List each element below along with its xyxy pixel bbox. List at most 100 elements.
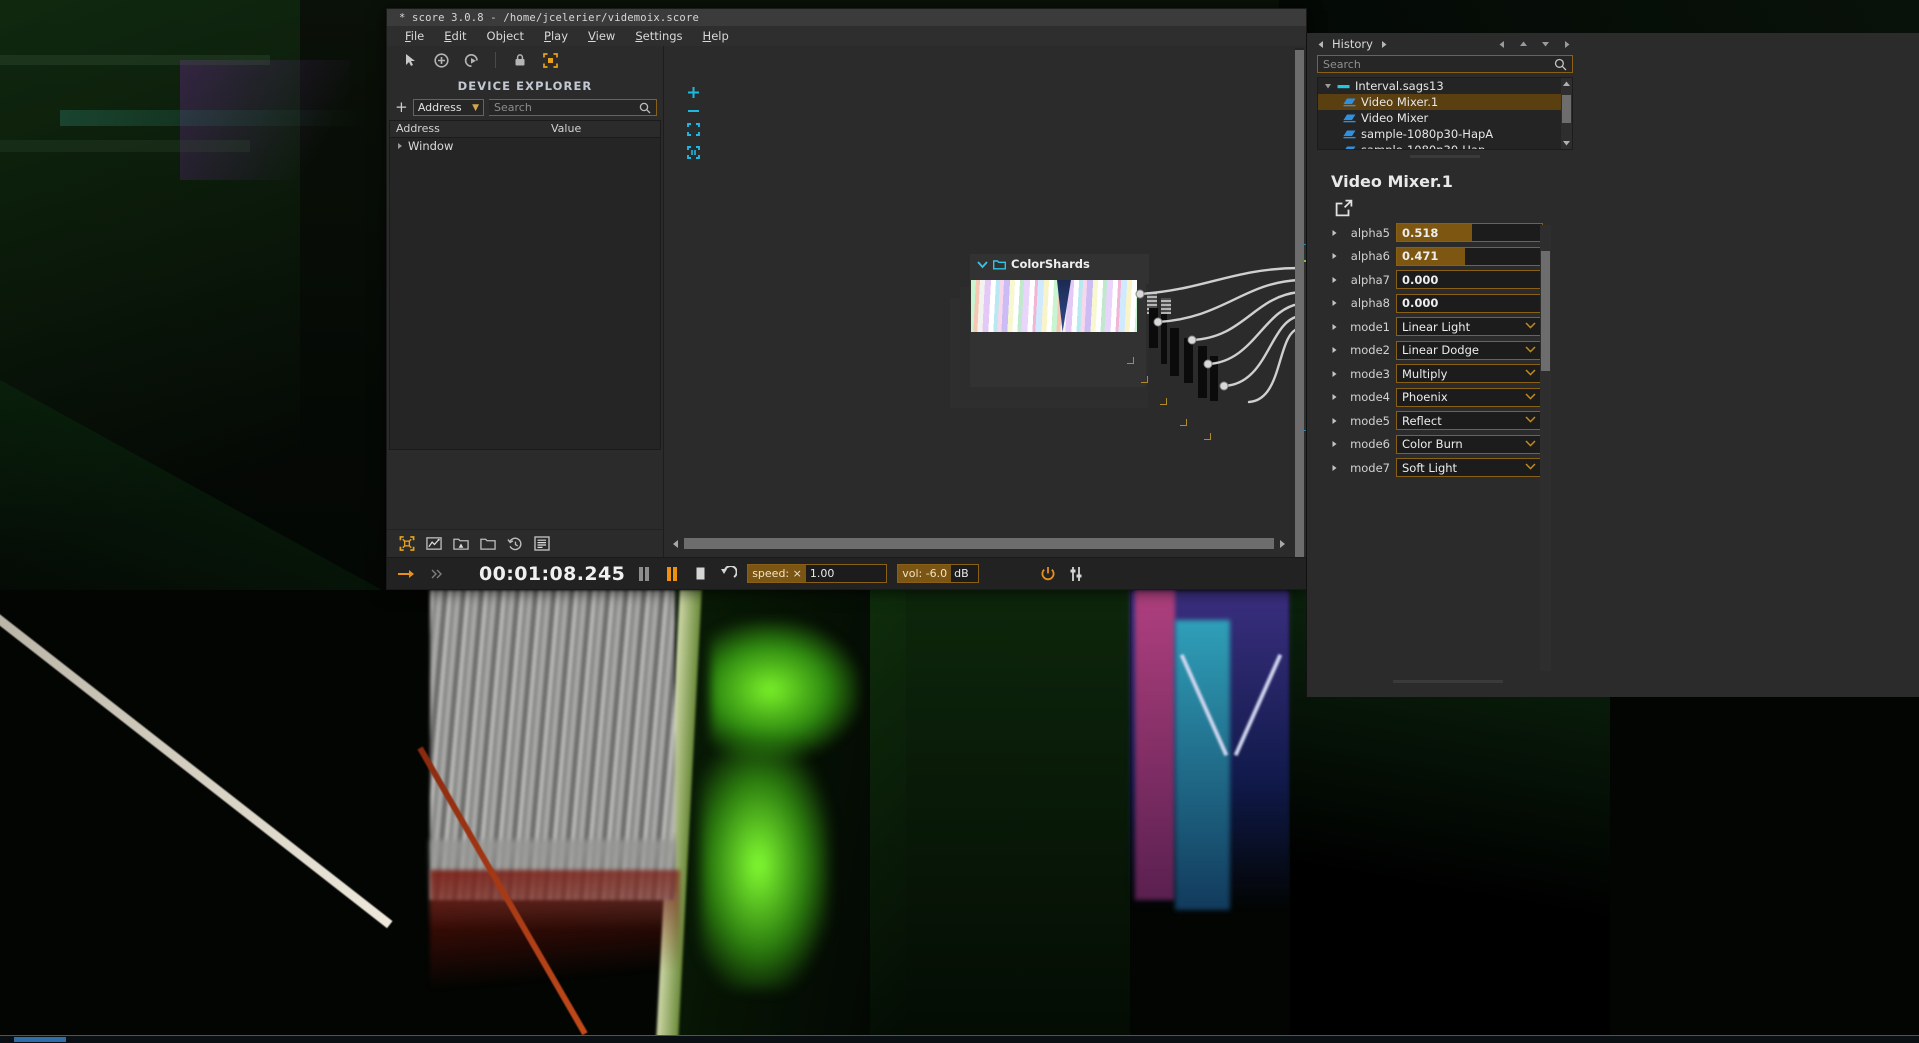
property-value-combo[interactable]: Soft Light <box>1396 458 1543 478</box>
select-box-icon[interactable] <box>399 536 415 552</box>
property-value-combo[interactable]: Phoenix <box>1396 387 1543 407</box>
history-clock-icon[interactable] <box>507 536 523 552</box>
history-search-field[interactable] <box>1317 55 1573 73</box>
property-value-slider[interactable]: 0.471 <box>1396 246 1543 266</box>
property-value-combo[interactable]: Linear Dodge <box>1396 340 1543 360</box>
resize-corner-3[interactable] <box>1160 398 1167 405</box>
automation-bar-3[interactable] <box>1170 328 1179 376</box>
folder-image-icon[interactable] <box>453 536 469 552</box>
scroll-right-icon[interactable] <box>1278 539 1286 548</box>
scroll-down-icon[interactable] <box>1562 139 1571 149</box>
scrollbar-thumb[interactable] <box>1562 95 1571 123</box>
chevron-right-icon[interactable] <box>396 142 404 150</box>
chevron-right-icon[interactable] <box>1331 464 1338 472</box>
chevron-down-icon[interactable] <box>1525 463 1536 470</box>
chevron-right-icon[interactable] <box>1331 393 1338 401</box>
scroll-left-icon[interactable] <box>672 539 680 548</box>
chevron-right-icon[interactable] <box>1331 370 1338 378</box>
zoom-in-icon[interactable] <box>687 86 700 99</box>
history-list[interactable]: Interval.sags13 Video Mixer.1 Video Mixe… <box>1317 77 1573 150</box>
chevron-down-icon[interactable] <box>1525 346 1536 353</box>
nav-down-icon[interactable] <box>1541 40 1550 49</box>
open-external-icon[interactable] <box>1335 199 1579 217</box>
loop-arrow-icon[interactable] <box>397 565 415 583</box>
property-value-slider[interactable]: 0.518 <box>1396 223 1543 243</box>
vertical-scrollbar[interactable] <box>1295 48 1304 557</box>
chevron-right-icon[interactable] <box>1331 299 1338 307</box>
taskbar-item[interactable] <box>14 1037 66 1042</box>
mixer-faders-button[interactable] <box>1067 565 1085 583</box>
chevron-down-icon[interactable] <box>1324 82 1332 90</box>
nav-right-icon[interactable] <box>1563 40 1571 49</box>
chevron-right-icon[interactable] <box>1331 229 1338 237</box>
taskbar[interactable] <box>0 1035 1919 1043</box>
tree-row-window[interactable]: Window <box>390 138 660 153</box>
lock-icon[interactable] <box>512 52 528 68</box>
filter-mode-select[interactable]: Address ▼ <box>412 99 484 116</box>
device-search-field[interactable] <box>489 99 657 116</box>
zoom-out-icon[interactable] <box>687 109 700 113</box>
menu-object[interactable]: Object <box>477 27 534 45</box>
resize-corner-5[interactable] <box>1204 433 1211 440</box>
menu-view[interactable]: View <box>578 27 625 45</box>
chevron-down-icon[interactable] <box>1525 369 1536 376</box>
property-row-mode6[interactable]: mode6 Color Burn <box>1317 433 1573 457</box>
folder-icon[interactable] <box>480 536 496 552</box>
history-item-selected[interactable]: Video Mixer.1 <box>1318 94 1572 110</box>
column-header-value[interactable]: Value <box>545 121 660 137</box>
history-scrollbar[interactable] <box>1561 78 1572 149</box>
rewind-button[interactable] <box>719 565 738 583</box>
chevron-right-icon[interactable] <box>1331 417 1338 425</box>
resize-corner-2[interactable] <box>1141 376 1148 383</box>
play-circle-icon[interactable] <box>463 52 479 68</box>
automation-bar-1[interactable] <box>1149 308 1158 348</box>
curve-plot-icon[interactable] <box>426 536 442 552</box>
column-header-address[interactable]: Address <box>390 121 545 137</box>
nav-up-icon[interactable] <box>1519 40 1528 49</box>
resize-corner-1[interactable] <box>1127 357 1134 364</box>
property-row-mode2[interactable]: mode2 Linear Dodge <box>1317 339 1573 363</box>
chevron-down-icon[interactable] <box>1525 416 1536 423</box>
scrollbar-thumb[interactable] <box>684 538 1274 549</box>
pause-button[interactable] <box>635 565 653 583</box>
dock-splitter[interactable] <box>1317 153 1573 160</box>
inspector-scrollbar[interactable] <box>1540 225 1551 671</box>
menu-file[interactable]: File <box>395 27 434 45</box>
history-item[interactable]: Video Mixer <box>1318 110 1572 126</box>
add-circle-icon[interactable] <box>433 52 449 68</box>
property-row-alpha7[interactable]: alpha7 0.000 <box>1317 268 1573 292</box>
play-button[interactable] <box>663 565 681 583</box>
folder-icon[interactable] <box>993 259 1006 270</box>
chevron-left-icon[interactable] <box>1317 40 1325 49</box>
property-row-alpha6[interactable]: alpha6 0.471 <box>1317 245 1573 269</box>
power-button[interactable] <box>1039 565 1057 583</box>
property-value-combo[interactable]: Reflect <box>1396 411 1543 431</box>
score-view-panel[interactable]: ColorShards <box>664 46 1306 557</box>
chevron-right-icon[interactable] <box>1331 252 1338 260</box>
cursor-arrow-icon[interactable] <box>403 52 419 68</box>
history-item-root[interactable]: Interval.sags13 <box>1318 78 1572 94</box>
chevron-right-icon[interactable] <box>1331 276 1338 284</box>
chevron-right-icon[interactable] <box>1380 40 1388 49</box>
search-input[interactable] <box>494 101 639 114</box>
property-row-mode4[interactable]: mode4 Phoenix <box>1317 386 1573 410</box>
nav-left-icon[interactable] <box>1498 40 1506 49</box>
automation-bar-6[interactable] <box>1210 356 1218 401</box>
property-row-alpha8[interactable]: alpha8 0.000 <box>1317 292 1573 316</box>
property-row-mode7[interactable]: mode7 Soft Light <box>1317 456 1573 480</box>
automation-bar-5[interactable] <box>1198 346 1207 398</box>
volume-field[interactable]: vol: -6.0 dB <box>897 564 980 583</box>
stop-button[interactable] <box>691 565 709 583</box>
property-value-slider[interactable]: 0.000 <box>1396 270 1543 290</box>
horizontal-scrollbar[interactable] <box>672 538 1286 549</box>
property-row-alpha5[interactable]: alpha5 0.518 <box>1317 221 1573 245</box>
scrollbar-thumb[interactable] <box>1295 50 1304 557</box>
chevron-right-icon[interactable] <box>1331 323 1338 331</box>
add-device-button[interactable]: + <box>395 100 408 115</box>
property-row-mode1[interactable]: mode1 Linear Light <box>1317 315 1573 339</box>
scrollbar-track[interactable] <box>680 538 1278 549</box>
transport-time-display[interactable]: 00:01:08.245 <box>479 563 625 585</box>
scrollbar-thumb[interactable] <box>1541 251 1550 371</box>
resize-corner-4[interactable] <box>1180 419 1187 426</box>
speed-field[interactable]: speed: × 1.00 <box>747 564 888 583</box>
